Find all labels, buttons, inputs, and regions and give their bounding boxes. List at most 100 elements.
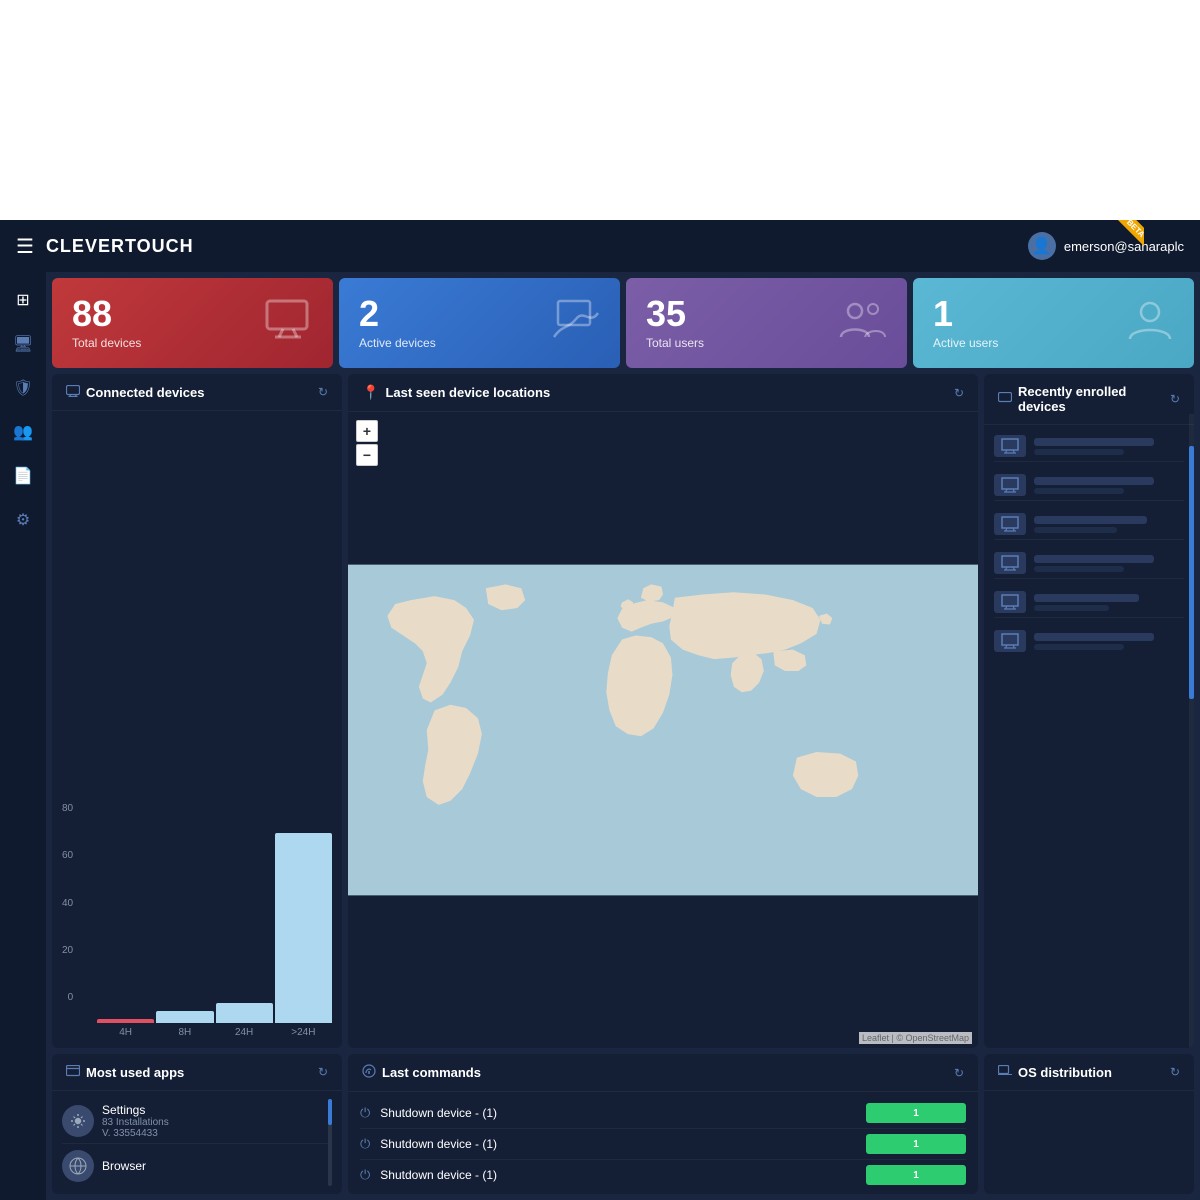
app-installs-settings: 83 Installations [102,1117,328,1128]
chart-y-axis: 80 60 40 20 0 [62,803,78,1003]
main-container: ⊞ 🖥 🛡 👥 📄 ⚙ 88 Total devices [0,272,1200,1200]
enrolled-info-5 [1034,594,1184,611]
header: ☰ CLEVERTOUCH BETA 👤 emerson@saharaplc [0,220,1200,272]
total-devices-label: Total devices [72,336,141,350]
sidebar: ⊞ 🖥 🛡 👥 📄 ⚙ [0,272,46,1200]
map-title-text: Last seen device locations [385,385,550,400]
map-zoom-in[interactable]: + [356,420,378,442]
map-header: 📍 Last seen device locations ↻ [348,374,978,412]
enrolled-item-5 [994,587,1184,618]
enrolled-item-1 [994,431,1184,462]
enrolled-refresh[interactable]: ↻ [1170,392,1180,406]
sidebar-item-settings[interactable]: ⚙ [5,502,41,538]
os-refresh[interactable]: ↻ [1170,1065,1180,1079]
map-panel: 📍 Last seen device locations ↻ [348,374,978,1048]
stat-card-total-devices[interactable]: 88 Total devices [52,278,333,368]
connected-devices-refresh[interactable]: ↻ [318,385,328,399]
os-header: OS distribution ↻ [984,1054,1194,1091]
monitor-icon [66,384,80,400]
stat-card-active-users[interactable]: 1 Active users [913,278,1194,368]
active-users-icon [1126,299,1174,348]
app-version-settings: V. 33554433 [102,1128,328,1139]
active-devices-label: Active devices [359,336,436,350]
enrolled-item-6 [994,626,1184,656]
stat-card-active-devices[interactable]: 2 Active devices [339,278,620,368]
sidebar-item-shield[interactable]: 🛡 [5,370,41,406]
stat-info-active-users: 1 Active users [933,296,998,350]
sidebar-item-file[interactable]: 📄 [5,458,41,494]
enrolled-info-4 [1034,555,1184,572]
header-left: ☰ CLEVERTOUCH [16,234,194,259]
active-users-label: Active users [933,336,998,350]
device-icon-4 [994,552,1026,574]
apps-title-text: Most used apps [86,1065,184,1080]
sidebar-item-grid[interactable]: ⊞ [5,282,41,318]
chart-container: 80 60 40 20 0 [62,421,332,1038]
enrolled-title: Recently enrolled devices [998,384,1170,414]
connected-devices-title-text: Connected devices [86,385,205,400]
enrolled-header: Recently enrolled devices ↻ [984,374,1194,425]
y-label-80: 80 [62,803,73,814]
sidebar-item-users[interactable]: 👥 [5,414,41,450]
bar-8h [156,1011,213,1023]
enrolled-sub-1 [1034,449,1124,455]
header-right: 👤 emerson@saharaplc [1028,232,1184,260]
enrolled-info-2 [1034,477,1184,494]
apps-scrollbar[interactable] [328,1099,332,1186]
command-item-3: ⏻ Shutdown device - (1) 1 [360,1160,966,1190]
commands-refresh[interactable]: ↻ [954,1066,964,1080]
enrolled-item-2 [994,470,1184,501]
bar-group-24h-plus [275,833,332,1023]
commands-body: ⏻ Shutdown device - (1) 1 ⏻ Shutdown dev… [348,1092,978,1194]
middle-row: Connected devices ↻ 80 60 40 20 0 [52,374,1194,1048]
bar-24h [216,1003,273,1023]
command-bar-value-1: 1 [907,1108,925,1119]
enrolled-info-3 [1034,516,1184,533]
content: 88 Total devices 2 Active devices [46,272,1200,1200]
commands-icon [362,1064,376,1081]
y-label-40: 40 [62,898,73,909]
total-users-icon [839,299,887,348]
map-zoom-out[interactable]: − [356,444,378,466]
total-devices-icon [265,299,313,348]
enrolled-scrollbar[interactable] [1189,414,1194,1048]
app-info-settings: Settings 83 Installations V. 33554433 [102,1103,328,1139]
enrolled-info-1 [1034,438,1184,455]
os-title-text: OS distribution [1018,1065,1112,1080]
apps-title: Most used apps [66,1064,184,1080]
app-icon-settings [62,1105,94,1137]
stat-card-total-users[interactable]: 35 Total users [626,278,907,368]
chart-bars: 80 60 40 20 0 [62,803,332,1023]
location-icon: 📍 [362,384,379,401]
enrolled-scrollbar-thumb [1189,446,1194,700]
stat-info-active-devices: 2 Active devices [359,296,436,350]
x-label-24h-plus: >24H [275,1027,332,1038]
enrolled-item-4 [994,548,1184,579]
bar-4h [97,1019,154,1023]
command-name-3: Shutdown device - (1) [380,1168,856,1182]
enrolled-info-6 [1034,633,1184,650]
menu-icon[interactable]: ☰ [16,234,34,259]
sidebar-item-monitor[interactable]: 🖥 [5,326,41,362]
apps-refresh[interactable]: ↻ [318,1065,328,1079]
command-bar-3: 1 [866,1165,966,1185]
world-map-svg [348,412,978,1048]
x-label-8h: 8H [156,1027,213,1038]
device-icon-1 [994,435,1026,457]
command-item-1: ⏻ Shutdown device - (1) 1 [360,1098,966,1129]
connected-devices-header: Connected devices ↻ [52,374,342,411]
app-logo: CLEVERTOUCH [46,236,194,257]
enrolled-item-3 [994,509,1184,540]
total-devices-number: 88 [72,296,141,332]
connected-devices-body: 80 60 40 20 0 [52,411,342,1048]
active-devices-number: 2 [359,296,436,332]
y-label-60: 60 [62,850,73,861]
shutdown-icon-2: ⏻ [360,1136,370,1152]
map-refresh[interactable]: ↻ [954,386,964,400]
command-name-1: Shutdown device - (1) [380,1106,856,1120]
avatar: 👤 [1028,232,1056,260]
app-item-settings: Settings 83 Installations V. 33554433 [62,1099,328,1143]
most-used-apps-panel: Most used apps ↻ [52,1054,342,1194]
bar-group-24h [216,1003,273,1023]
bottom-row: Most used apps ↻ [52,1054,1194,1194]
